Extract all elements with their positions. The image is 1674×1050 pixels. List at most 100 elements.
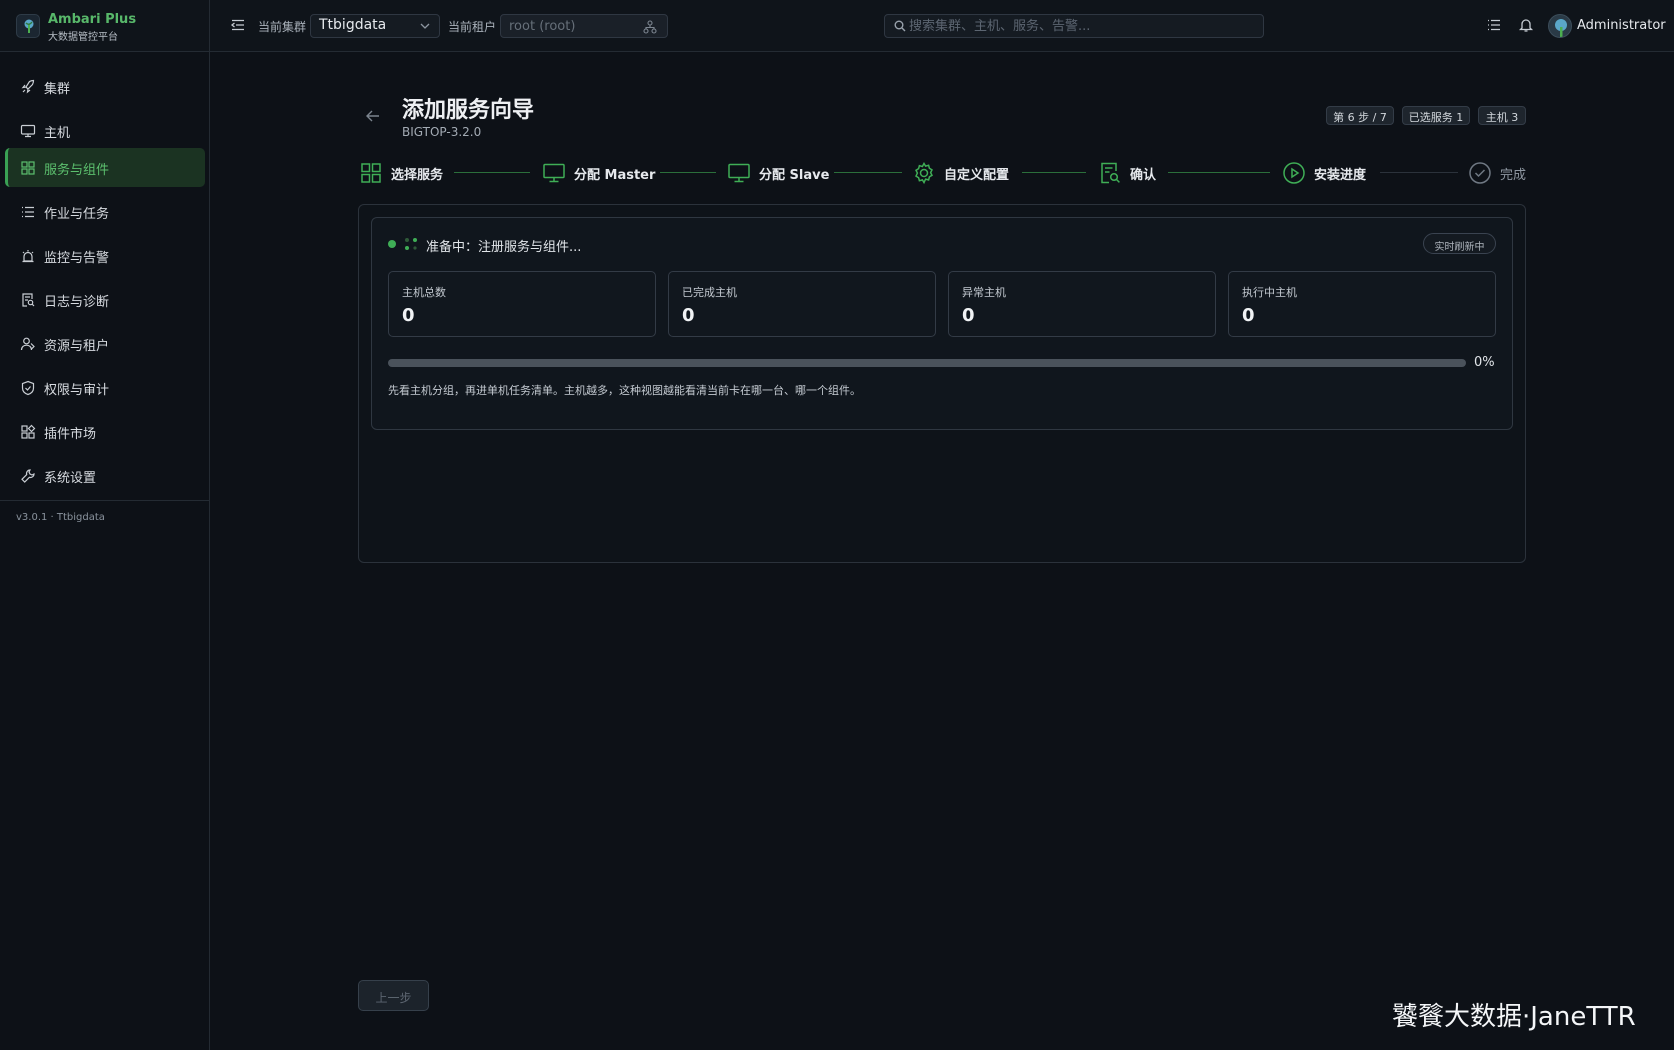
- alarm-icon: [20, 248, 36, 264]
- tenant-tree-icon: [643, 20, 657, 34]
- sidebar-item-label: 主机: [44, 126, 71, 141]
- task-list-icon[interactable]: [1486, 17, 1502, 33]
- stat-value: 0: [962, 305, 975, 326]
- stat-completed-hosts: 已完成主机 0: [668, 271, 936, 337]
- sidebar-item-label: 集群: [44, 82, 71, 97]
- tenant-label: 当前租户: [448, 20, 497, 34]
- stat-label: 执行中主机: [1242, 286, 1297, 299]
- tenant-field[interactable]: root (root): [500, 14, 668, 38]
- log-search-icon: [20, 292, 36, 308]
- brand[interactable]: Ambari Plus 大数据管控平台: [14, 12, 204, 43]
- step-label: 选择服务: [391, 168, 444, 183]
- step-count-badge: 第 6 步 / 7: [1326, 106, 1394, 125]
- apps-icon: [20, 424, 36, 440]
- sidebar-item-label: 服务与组件: [44, 163, 110, 178]
- user-name[interactable]: Administrator: [1577, 18, 1666, 33]
- top-bar: Ambari Plus 大数据管控平台 当前集群 Ttbigdata 当前租户 …: [0, 0, 1674, 52]
- rocket-icon: [20, 79, 36, 95]
- back-arrow-icon[interactable]: [364, 107, 382, 125]
- step-label: 自定义配置: [944, 168, 1010, 183]
- search-icon: [894, 20, 906, 32]
- brand-subtitle: 大数据管控平台: [48, 32, 118, 43]
- progress-hint: 先看主机分组，再进单机任务清单。主机越多，这种视图越能看清当前卡在哪一台、哪一个…: [388, 384, 861, 397]
- selected-services-badge: 已选服务 1: [1402, 106, 1470, 125]
- step-connector: [1022, 172, 1086, 173]
- divider: [0, 500, 209, 501]
- stat-running-hosts: 执行中主机 0: [1228, 271, 1496, 337]
- sidebar-item-settings[interactable]: 系统设置: [5, 456, 205, 495]
- tenant-field-value: root (root): [509, 19, 576, 34]
- prev-step-button[interactable]: 上一步: [358, 980, 429, 1011]
- status-indicator: [388, 240, 396, 248]
- search-input[interactable]: [909, 15, 1249, 37]
- grid-icon: [359, 161, 383, 185]
- sidebar-item-logs[interactable]: 日志与诊断: [5, 280, 205, 319]
- stat-label: 已完成主机: [682, 286, 737, 299]
- step-label: 安装进度: [1314, 168, 1367, 183]
- document-search-icon: [1098, 161, 1122, 185]
- sidebar-item-plugins[interactable]: 插件市场: [5, 412, 205, 451]
- monitor-icon: [20, 123, 36, 139]
- brand-title: Ambari Plus: [48, 12, 137, 27]
- step-connector: [660, 172, 716, 173]
- step-connector: [1380, 172, 1458, 173]
- grid-icon: [20, 160, 36, 176]
- wrench-icon: [20, 468, 36, 484]
- avatar[interactable]: [1548, 14, 1572, 38]
- cluster-select-value: Ttbigdata: [319, 17, 387, 33]
- brand-logo-icon: [16, 14, 40, 38]
- chevron-down-icon: [420, 22, 430, 30]
- monitor-icon: [727, 161, 751, 185]
- global-search[interactable]: [884, 14, 1264, 38]
- step-label: 确认: [1130, 168, 1157, 183]
- bell-icon[interactable]: [1518, 17, 1534, 33]
- sidebar-item-label: 系统设置: [44, 471, 97, 486]
- loading-spinner-icon: [403, 236, 419, 252]
- cluster-select[interactable]: Ttbigdata: [310, 14, 440, 38]
- gear-icon: [912, 161, 936, 185]
- sidebar-item-monitoring[interactable]: 监控与告警: [5, 236, 205, 275]
- step-label: 完成: [1500, 168, 1527, 183]
- sidebar-item-jobs[interactable]: 作业与任务: [5, 192, 205, 231]
- stat-label: 异常主机: [962, 286, 1006, 299]
- step-label: 分配 Slave: [759, 168, 830, 183]
- stat-total-hosts: 主机总数 0: [388, 271, 656, 337]
- users-icon: [20, 336, 36, 352]
- progress-percent: 0%: [1474, 355, 1495, 370]
- sidebar-item-label: 日志与诊断: [44, 295, 110, 310]
- list-icon: [20, 204, 36, 220]
- step-label: 分配 Master: [574, 168, 656, 183]
- install-status-text: 准备中：注册服务与组件...: [426, 240, 582, 255]
- sidebar-item-label: 权限与审计: [44, 383, 110, 398]
- step-connector: [454, 172, 530, 173]
- install-progress-bar: [388, 359, 1466, 367]
- stat-value: 0: [1242, 305, 1255, 326]
- host-count-badge: 主机 3: [1478, 106, 1526, 125]
- step-connector: [834, 172, 902, 173]
- sidebar-item-label: 监控与告警: [44, 251, 110, 266]
- cluster-label: 当前集群: [258, 20, 307, 34]
- live-refresh-badge: 实时刷新中: [1423, 233, 1496, 254]
- sidebar: 集群 主机 服务与组件 作业与任务 监控与告警 日志与诊断 资源与租户 权限与审…: [0, 52, 210, 1050]
- sidebar-item-audit[interactable]: 权限与审计: [5, 368, 205, 407]
- sidebar-item-hosts[interactable]: 主机: [5, 111, 205, 150]
- play-circle-icon: [1282, 161, 1306, 185]
- divider: [209, 0, 210, 52]
- sidebar-item-tenants[interactable]: 资源与租户: [5, 324, 205, 363]
- sidebar-item-cluster[interactable]: 集群: [5, 67, 205, 106]
- stat-failed-hosts: 异常主机 0: [948, 271, 1216, 337]
- shield-icon: [20, 380, 36, 396]
- watermark-text: 饕餮大数据·JaneTTR: [1392, 1002, 1636, 1032]
- step-connector: [1168, 172, 1270, 173]
- sidebar-item-label: 插件市场: [44, 427, 97, 442]
- sidebar-item-services[interactable]: 服务与组件: [5, 148, 205, 187]
- app-version: v3.0.1 · Ttbigdata: [16, 512, 105, 523]
- page-subtitle: BIGTOP-3.2.0: [402, 125, 482, 139]
- menu-collapse-icon[interactable]: [230, 17, 246, 33]
- sidebar-item-label: 资源与租户: [44, 339, 110, 354]
- check-circle-icon: [1468, 161, 1492, 185]
- stat-value: 0: [682, 305, 695, 326]
- sidebar-item-label: 作业与任务: [44, 207, 110, 222]
- stat-value: 0: [402, 305, 415, 326]
- monitor-icon: [542, 161, 566, 185]
